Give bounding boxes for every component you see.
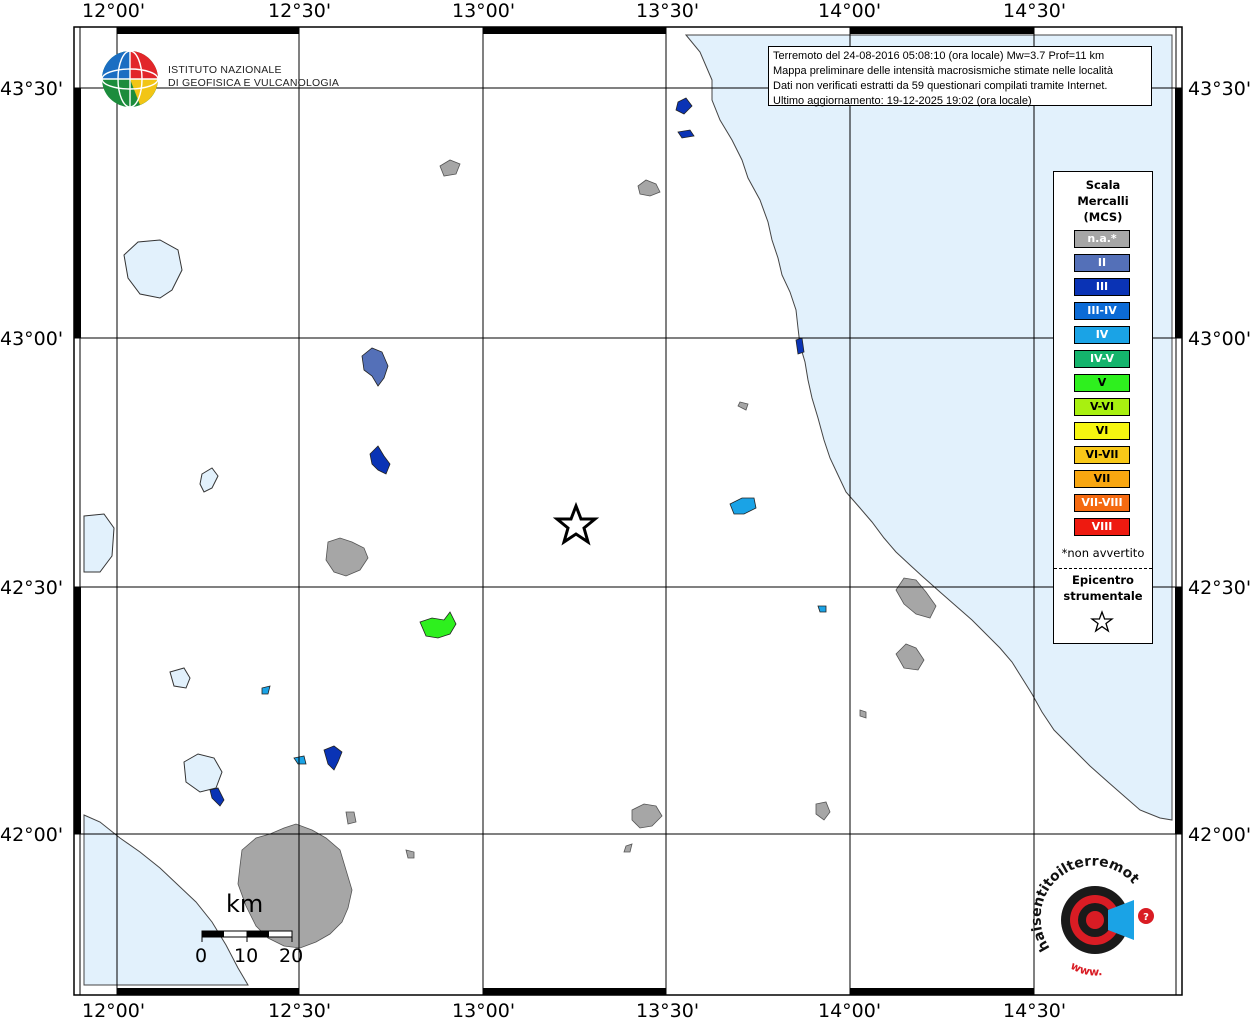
scale-tick-0: 0 (195, 945, 208, 967)
lat-label-left-4: 42°00' (0, 824, 64, 846)
lon-label-bottom-1: 12°00' (82, 1000, 146, 1022)
lat-label-left-1: 43°30' (0, 78, 64, 100)
brand-www: www. (1068, 959, 1102, 978)
lon-label-bottom-6: 14°30' (1003, 1000, 1067, 1022)
lon-label-bottom-5: 14°00' (818, 1000, 882, 1022)
legend-swatch-iii: III (1074, 278, 1130, 296)
ingv-name: ISTITUTO NAZIONALE DI GEOFISICA E VULCAN… (168, 64, 339, 90)
legend-star-icon (1090, 610, 1114, 633)
legend-title-3: (MCS) (1083, 210, 1123, 224)
lon-label-bottom-2: 12°30' (268, 1000, 332, 1022)
lon-label-bottom-4: 13°30' (636, 1000, 700, 1022)
data-source-line: Dati non verificati estratti da 59 quest… (773, 80, 1108, 92)
legend-separator (1054, 568, 1152, 569)
legend-swatch-v-vi: V-VI (1074, 398, 1130, 416)
svg-text:www.: www. (1068, 959, 1102, 978)
legend-swatch-v: V (1074, 374, 1130, 392)
haisentito-logo-icon: ? haisentitoilterremoto.it www. (1030, 858, 1154, 979)
lon-label-top-5: 14°00' (818, 0, 882, 22)
legend-swatch-vi: VI (1074, 422, 1130, 440)
legend-epicenter-label: Epicentro strumentale (1054, 572, 1152, 604)
legend-swatch-vii: VII (1074, 470, 1130, 488)
lat-label-left-2: 43°00' (0, 328, 64, 350)
event-info-box: Terremoto del 24-08-2016 05:08:10 (ora l… (768, 46, 1152, 107)
lon-label-top-4: 13°30' (636, 0, 700, 22)
legend-swatch-ii: II (1074, 254, 1130, 272)
lat-label-left-3: 42°30' (0, 577, 64, 599)
scale-tick-20: 20 (279, 945, 304, 967)
legend-title: Scala Mercalli (MCS) (1054, 177, 1152, 225)
lon-label-top-1: 12°00' (82, 0, 146, 22)
svg-text:?: ? (1143, 912, 1149, 923)
ingv-name-line1: ISTITUTO NAZIONALE (168, 64, 282, 76)
ingv-name-line2: DI GEOFISICA E VULCANOLOGIA (168, 77, 340, 89)
lat-label-right-4: 42°00' (1188, 824, 1252, 846)
legend-swatch-n-a: n.a.* (1074, 230, 1130, 248)
legend-swatch-viii: VIII (1074, 518, 1130, 536)
legend-epicenter-1: Epicentro (1072, 573, 1134, 587)
lon-label-bottom-3: 13°00' (452, 1000, 516, 1022)
legend-swatch-iv: IV (1074, 326, 1130, 344)
legend-title-2: Mercalli (1077, 194, 1129, 208)
legend-na-note: *non avvertito (1061, 546, 1145, 560)
last-update-line: Ultimo aggiornamento: 19-12-2025 19:02 (… (773, 95, 1032, 107)
lat-label-right-1: 43°30' (1188, 78, 1252, 100)
legend-swatch-iv-v: IV-V (1074, 350, 1130, 368)
legend-swatch-iii-iv: III-IV (1074, 302, 1130, 320)
intensity-legend: Scala Mercalli (MCS) n.a.* II III III-IV IV I… (1053, 171, 1153, 644)
scale-unit: km (226, 890, 264, 918)
lat-label-right-2: 43°00' (1188, 328, 1252, 350)
scale-tick-10: 10 (234, 945, 259, 967)
legend-title-1: Scala (1085, 178, 1121, 192)
legend-swatch-vi-vii: VI-VII (1074, 446, 1130, 464)
urban-small-2 (345, 811, 357, 825)
legend-swatch-vii-viii: VII-VIII (1074, 494, 1130, 512)
legend-epicenter-2: strumentale (1063, 589, 1143, 603)
event-line: Terremoto del 24-08-2016 05:08:10 (ora l… (773, 50, 1105, 62)
lon-label-top-6: 14°30' (1003, 0, 1067, 22)
map-description-line: Mappa preliminare delle intensità macros… (773, 65, 1113, 77)
lon-label-top-3: 13°00' (452, 0, 516, 22)
lat-label-right-3: 42°30' (1188, 577, 1252, 599)
lon-label-top-2: 12°30' (268, 0, 332, 22)
